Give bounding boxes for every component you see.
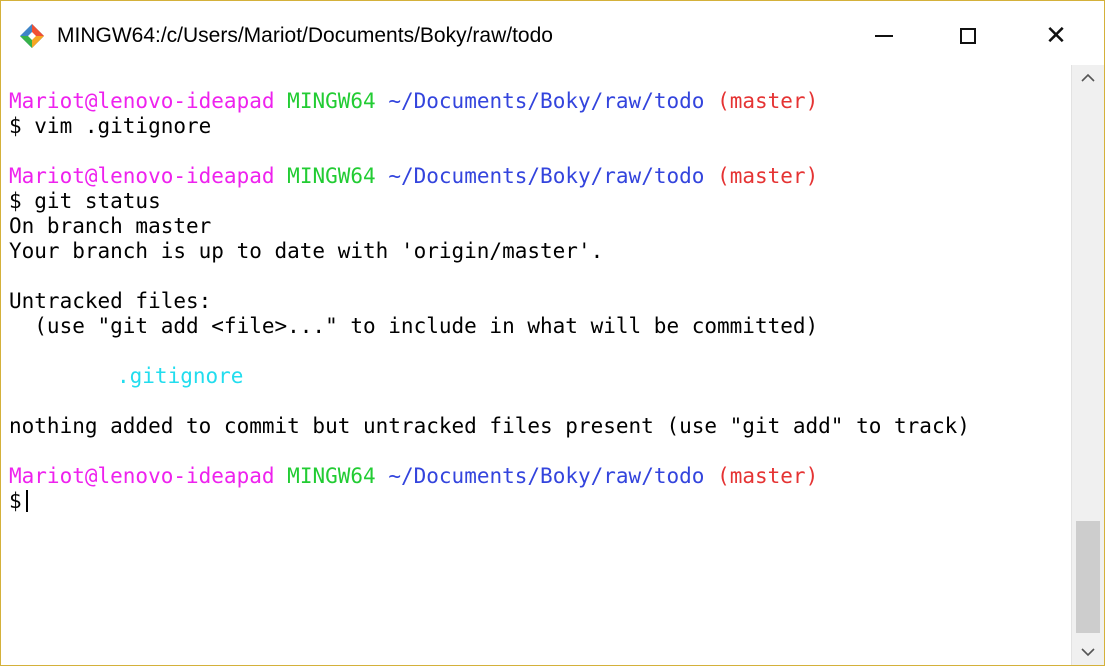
output-line: On branch master (9, 214, 212, 238)
prompt-user: Mariot@lenovo-ideapad (9, 89, 275, 113)
output-line: nothing added to commit but untracked fi… (9, 414, 970, 438)
git-bash-icon (19, 23, 45, 49)
prompt-user: Mariot@lenovo-ideapad (9, 164, 275, 188)
output-line: Your branch is up to date with 'origin/m… (9, 239, 604, 263)
text-cursor (25, 490, 28, 512)
prompt-user: Mariot@lenovo-ideapad (9, 464, 275, 488)
prompt-path: ~/Documents/Boky/raw/todo (388, 89, 705, 113)
minimize-button[interactable] (849, 9, 919, 63)
output-line: (use "git add <file>..." to include in w… (9, 314, 819, 338)
prompt-host: MINGW64 (287, 164, 376, 188)
maximize-icon (960, 28, 976, 44)
close-button[interactable]: ✕ (1021, 9, 1091, 63)
command-line: $ vim .gitignore (9, 114, 212, 138)
prompt-host: MINGW64 (287, 464, 376, 488)
prompt-host: MINGW64 (287, 89, 376, 113)
terminal-window: MINGW64:/c/Users/Mariot/Documents/Boky/r… (0, 0, 1105, 666)
window-title: MINGW64:/c/Users/Mariot/Documents/Boky/r… (57, 24, 553, 47)
maximize-button[interactable] (933, 9, 1003, 63)
prompt-branch: (master) (717, 164, 819, 188)
chevron-up-icon (1081, 73, 1095, 82)
scroll-thumb[interactable] (1076, 521, 1100, 633)
scroll-down-button[interactable] (1072, 639, 1104, 665)
prompt-path: ~/Documents/Boky/raw/todo (388, 464, 705, 488)
command-line: $ git status (9, 189, 161, 213)
title-bar[interactable]: MINGW64:/c/Users/Mariot/Documents/Boky/r… (1, 1, 1104, 65)
close-icon: ✕ (1045, 21, 1067, 51)
prompt-branch: (master) (717, 89, 819, 113)
prompt-branch: (master) (717, 464, 819, 488)
input-prompt: $ (9, 489, 22, 513)
prompt-line: Mariot@lenovo-ideapad MINGW64 ~/Document… (9, 464, 818, 489)
input-line[interactable]: $ (9, 489, 28, 514)
scroll-up-button[interactable] (1072, 65, 1104, 91)
untracked-file: .gitignore (117, 364, 244, 388)
prompt-line: Mariot@lenovo-ideapad MINGW64 ~/Document… (9, 164, 818, 189)
vertical-scrollbar[interactable] (1071, 65, 1104, 665)
output-line: Untracked files: (9, 289, 212, 313)
prompt-line: Mariot@lenovo-ideapad MINGW64 ~/Document… (9, 89, 818, 114)
chevron-down-icon (1081, 648, 1095, 657)
prompt-path: ~/Documents/Boky/raw/todo (388, 164, 705, 188)
terminal-output[interactable]: Mariot@lenovo-ideapad MINGW64 ~/Document… (1, 65, 1071, 665)
minimize-icon (875, 35, 893, 37)
